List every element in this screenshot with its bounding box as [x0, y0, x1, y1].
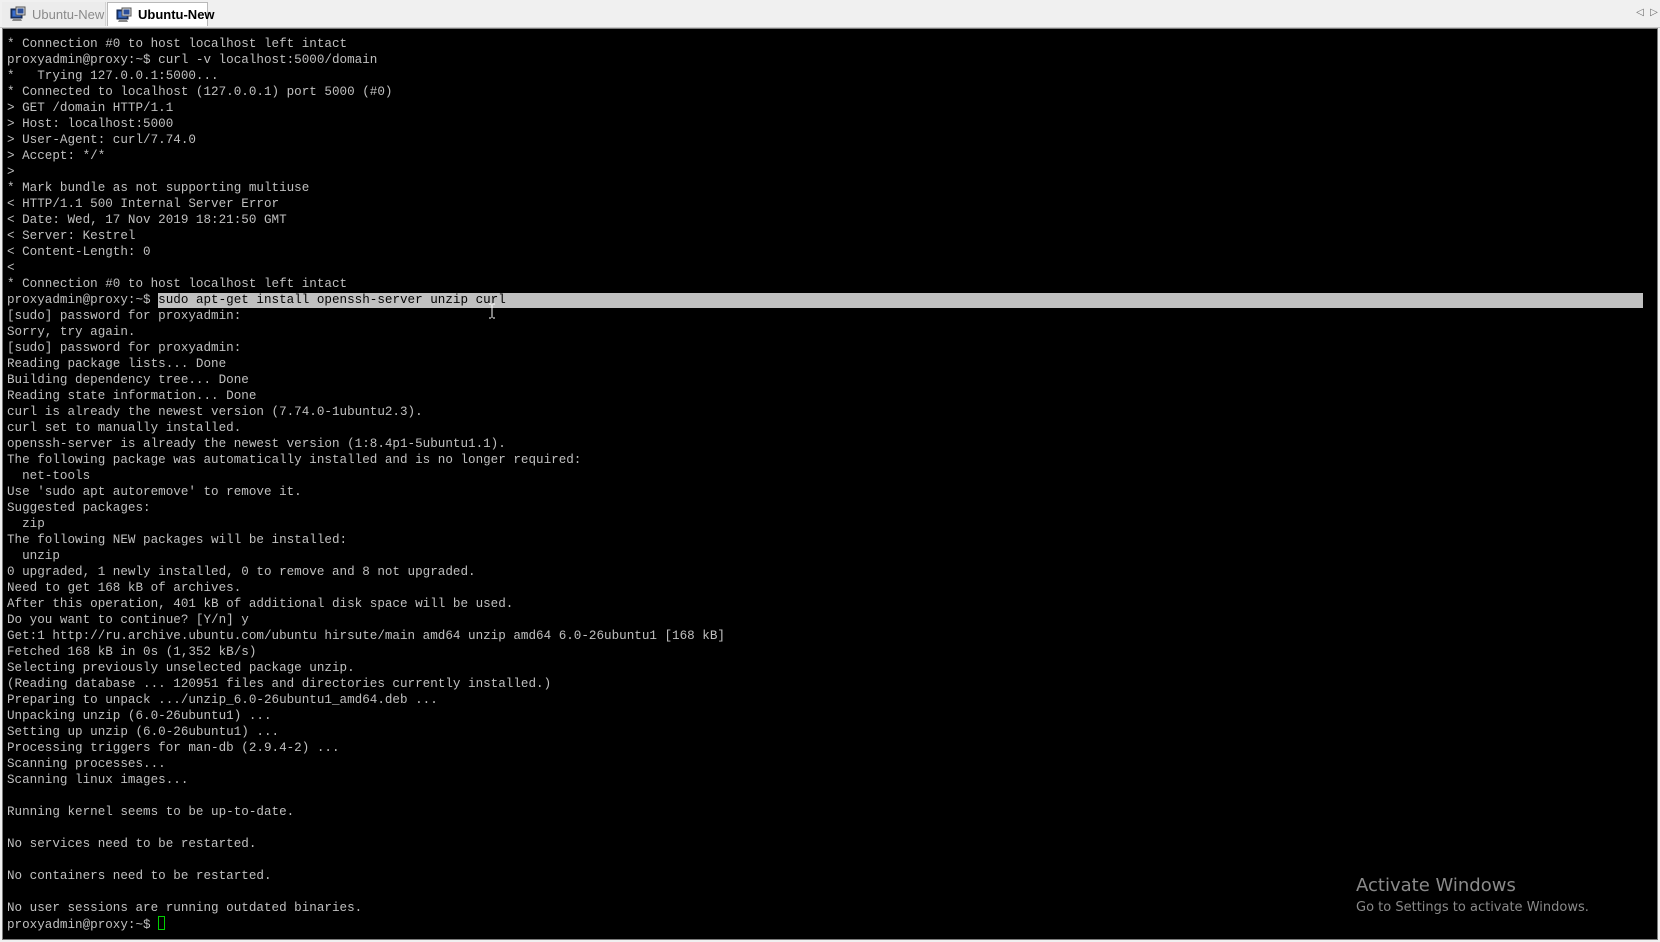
terminal-line: < [7, 261, 15, 275]
terminal-line: Use 'sudo apt autoremove' to remove it. [7, 485, 302, 499]
terminal-line: No containers need to be restarted. [7, 869, 272, 883]
tab-ubuntu-new-1[interactable]: Ubuntu-New [2, 2, 106, 26]
terminal-line: * Connected to localhost (127.0.0.1) por… [7, 85, 393, 99]
terminal-line: Reading package lists... Done [7, 357, 227, 371]
terminal-line: Processing triggers for man-db (2.9.4-2)… [7, 741, 340, 755]
terminal-line: Sorry, try again. [7, 325, 136, 339]
terminal-line: No services need to be restarted. [7, 837, 257, 851]
terminal-line: Do you want to continue? [Y/n] y [7, 613, 249, 627]
terminal-line: > Accept: */* [7, 149, 106, 163]
terminal-line: * Mark bundle as not supporting multiuse [7, 181, 310, 195]
terminal-view[interactable]: * Connection #0 to host localhost left i… [2, 28, 1658, 940]
terminal-line: Fetched 168 kB in 0s (1,352 kB/s) [7, 645, 257, 659]
terminal-line: Scanning linux images... [7, 773, 189, 787]
terminal-lines-after: [sudo] password for proxyadmin: Sorry, tr… [7, 308, 1657, 916]
putty-terminal-icon [116, 7, 132, 23]
terminal-line: Need to get 168 kB of archives. [7, 581, 242, 595]
tab-scroll-left-arrow-icon[interactable]: ◁ [1634, 6, 1646, 20]
terminal-line: No user sessions are running outdated bi… [7, 901, 363, 915]
putty-terminal-icon [10, 6, 26, 22]
terminal-app-window: Ubuntu-New Ubuntu-New ◁ ▷ * Connection #… [0, 0, 1660, 942]
terminal-line: openssh-server is already the newest ver… [7, 437, 506, 451]
terminal-line: < HTTP/1.1 500 Internal Server Error [7, 197, 280, 211]
terminal-line: > Host: localhost:5000 [7, 117, 174, 131]
terminal-line: * Trying 127.0.0.1:5000... [7, 69, 219, 83]
terminal-line: The following package was automatically … [7, 453, 582, 467]
terminal-selected-command-line[interactable]: proxyadmin@proxy:~$ sudo apt-get install… [7, 292, 1657, 308]
terminal-line: Reading state information... Done [7, 389, 257, 403]
terminal-line: curl set to manually installed. [7, 421, 242, 435]
prompt: proxyadmin@proxy:~$ [7, 293, 159, 307]
tab-label: Ubuntu-New [32, 6, 105, 22]
terminal-line: [sudo] password for proxyadmin: [7, 309, 242, 323]
terminal-line: * Connection #0 to host localhost left i… [7, 37, 348, 51]
terminal-line: * Connection #0 to host localhost left i… [7, 277, 348, 291]
tab-scroll-right-arrow-icon[interactable]: ▷ [1648, 6, 1660, 20]
terminal-line: unzip [7, 549, 60, 563]
terminal-lines-before: * Connection #0 to host localhost left i… [7, 36, 1657, 292]
terminal-line: > User-Agent: curl/7.74.0 [7, 133, 196, 147]
terminal-line: Setting up unzip (6.0-26ubuntu1) ... [7, 725, 280, 739]
terminal-line: < Server: Kestrel [7, 229, 136, 243]
terminal-line: Scanning processes... [7, 757, 166, 771]
tab-ubuntu-new-2[interactable]: Ubuntu-New [107, 2, 215, 26]
terminal-line: After this operation, 401 kB of addition… [7, 597, 514, 611]
terminal-line: zip [7, 517, 45, 531]
terminal-line: Get:1 http://ru.archive.ubuntu.com/ubunt… [7, 629, 725, 643]
tab-label: Ubuntu-New [138, 7, 215, 22]
prompt: proxyadmin@proxy:~$ [7, 918, 159, 932]
terminal-line: proxyadmin@proxy:~$ curl -v localhost:50… [7, 53, 378, 67]
terminal-line: > GET /domain HTTP/1.1 [7, 101, 174, 115]
terminal-final-prompt-line[interactable]: proxyadmin@proxy:~$ [7, 916, 1657, 932]
terminal-line: curl is already the newest version (7.74… [7, 405, 423, 419]
terminal-line: Unpacking unzip (6.0-26ubuntu1) ... [7, 709, 272, 723]
terminal-line: [sudo] password for proxyadmin: [7, 341, 242, 355]
terminal-line: (Reading database ... 120951 files and d… [7, 677, 552, 691]
terminal-line: > [7, 165, 15, 179]
selected-command[interactable]: sudo apt-get install openssh-server unzi… [158, 293, 1644, 308]
terminal-line: Selecting previously unselected package … [7, 661, 355, 675]
terminal-line: net-tools [7, 469, 91, 483]
terminal-line: < Content-Length: 0 [7, 245, 151, 259]
terminal-line: Suggested packages: [7, 501, 151, 515]
terminal-line: The following NEW packages will be insta… [7, 533, 348, 547]
terminal-line: 0 upgraded, 1 newly installed, 0 to remo… [7, 565, 476, 579]
terminal-line: Preparing to unpack .../unzip_6.0-26ubun… [7, 693, 438, 707]
text-cursor-block [158, 916, 166, 930]
terminal-output[interactable]: * Connection #0 to host localhost left i… [7, 36, 1657, 936]
terminal-line: Building dependency tree... Done [7, 373, 249, 387]
tab-bar: Ubuntu-New Ubuntu-New ◁ ▷ [0, 0, 1660, 28]
terminal-line: < Date: Wed, 17 Nov 2019 18:21:50 GMT [7, 213, 287, 227]
terminal-line: Running kernel seems to be up-to-date. [7, 805, 295, 819]
